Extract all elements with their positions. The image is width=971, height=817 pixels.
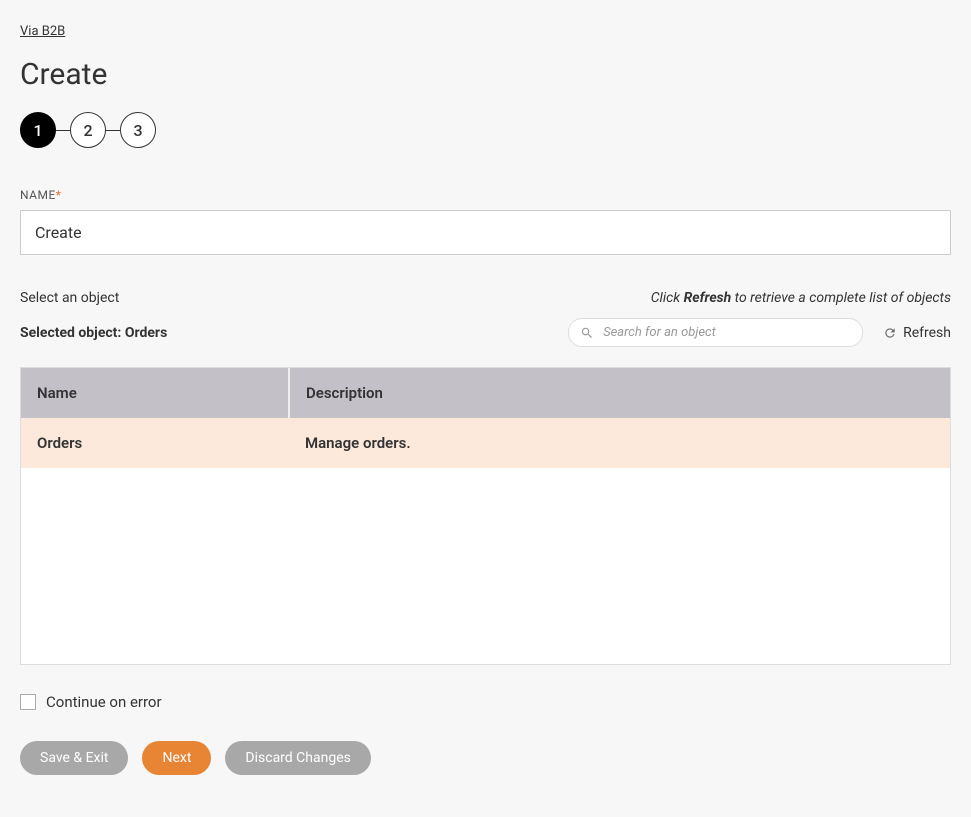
- selected-object-label: Selected object: Orders: [20, 325, 167, 341]
- object-table-container[interactable]: Name Description Orders Manage orders.: [20, 367, 951, 665]
- table-header-description[interactable]: Description: [289, 368, 950, 418]
- step-connector: [106, 130, 120, 131]
- step-1[interactable]: 1: [20, 112, 56, 148]
- table-header-name[interactable]: Name: [21, 368, 289, 418]
- table-row[interactable]: Orders Manage orders.: [21, 418, 950, 468]
- continue-on-error-label: Continue on error: [46, 693, 162, 711]
- refresh-hint: Click Refresh to retrieve a complete lis…: [651, 290, 951, 306]
- breadcrumb[interactable]: Via B2B: [20, 24, 65, 39]
- refresh-icon: [883, 326, 897, 340]
- step-3[interactable]: 3: [120, 112, 156, 148]
- refresh-label: Refresh: [903, 325, 951, 341]
- discard-changes-button[interactable]: Discard Changes: [225, 741, 370, 775]
- stepper: 1 2 3: [20, 112, 951, 148]
- name-field-label: NAME*: [20, 188, 951, 202]
- object-table: Name Description Orders Manage orders.: [21, 368, 950, 468]
- search-wrapper: [568, 318, 863, 347]
- refresh-button[interactable]: Refresh: [883, 325, 951, 341]
- step-2[interactable]: 2: [70, 112, 106, 148]
- table-cell-name: Orders: [21, 418, 289, 468]
- page-title: Create: [20, 57, 951, 92]
- name-input[interactable]: [20, 210, 951, 255]
- select-object-label: Select an object: [20, 290, 119, 306]
- continue-on-error-checkbox[interactable]: [20, 694, 36, 710]
- search-icon: [580, 326, 594, 340]
- next-button[interactable]: Next: [142, 741, 211, 775]
- search-input[interactable]: [568, 318, 863, 347]
- save-exit-button[interactable]: Save & Exit: [20, 741, 128, 775]
- step-connector: [56, 130, 70, 131]
- table-cell-description: Manage orders.: [289, 418, 950, 468]
